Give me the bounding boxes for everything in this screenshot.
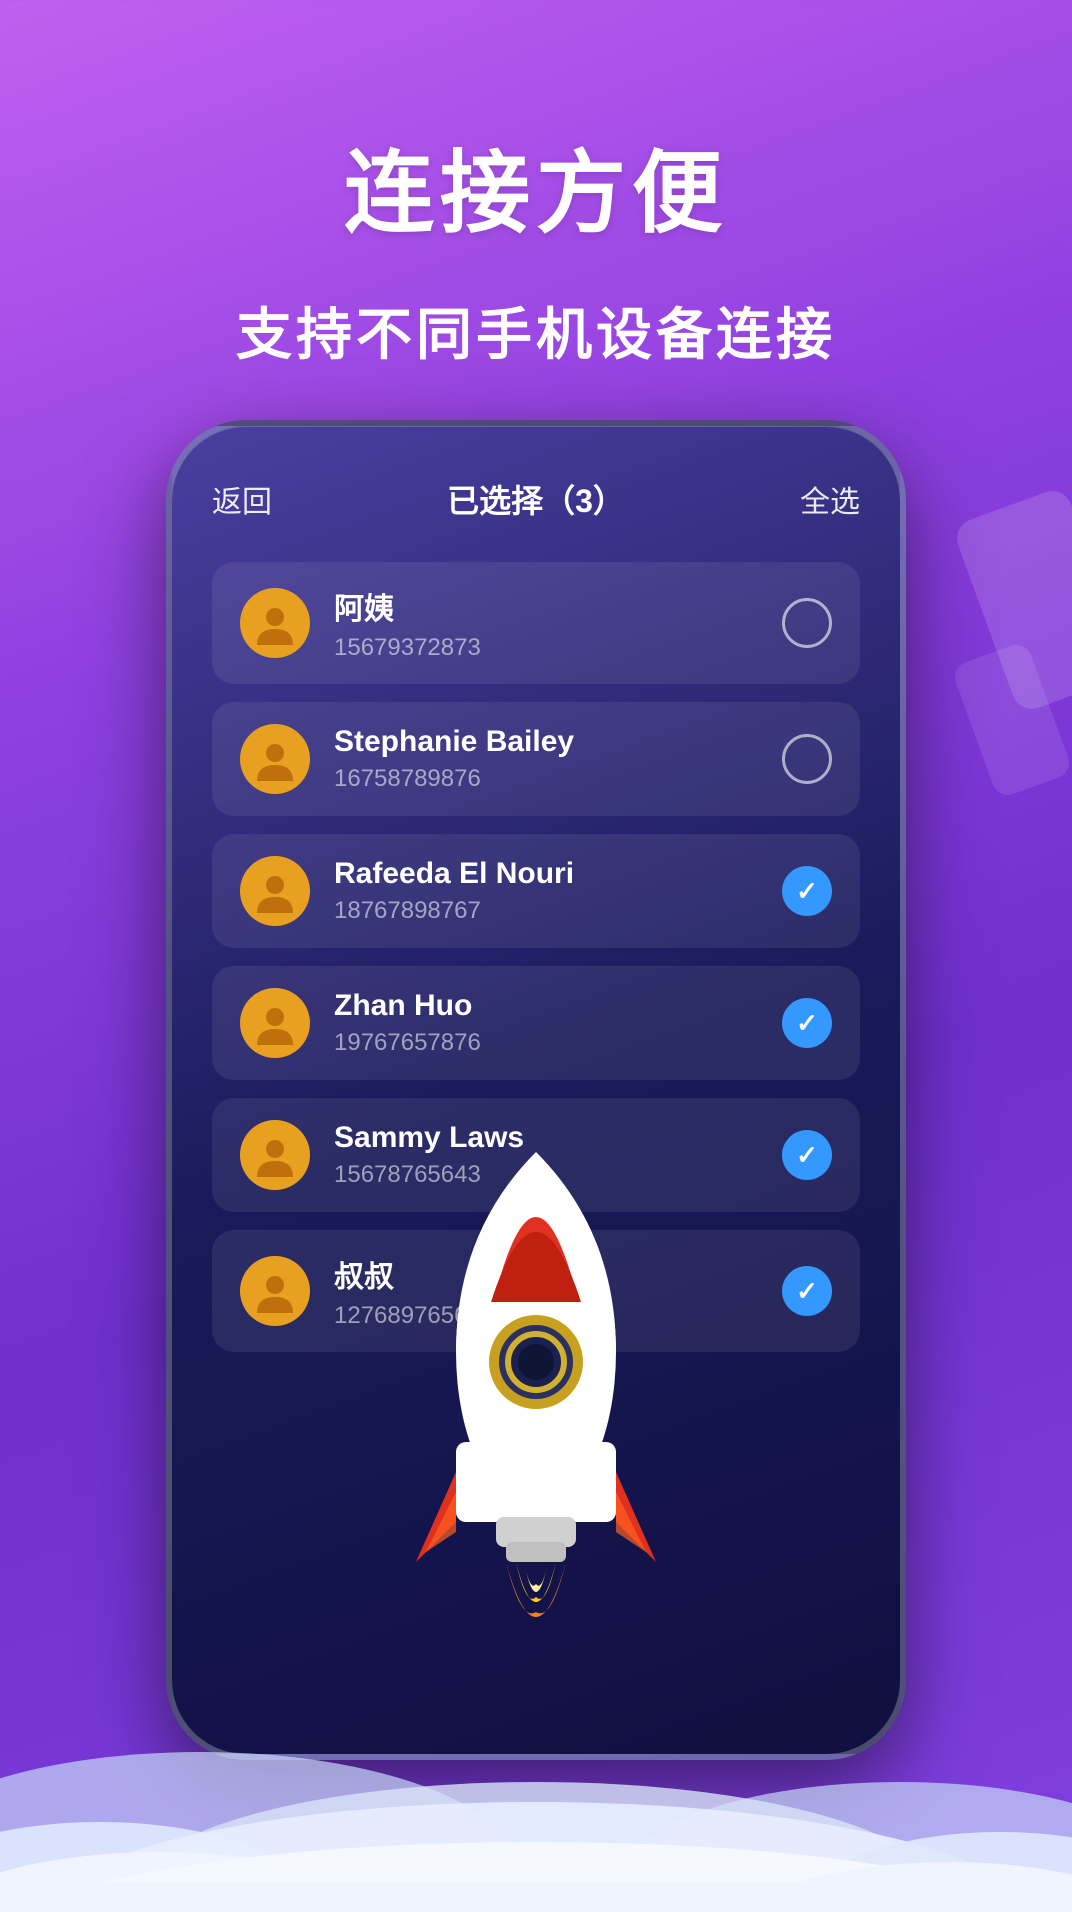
contact-info: 阿姨 15679372873	[334, 584, 758, 662]
contact-info: Rafeeda El Nouri 18767898767	[334, 857, 758, 925]
contact-phone: 18767898767	[334, 897, 758, 925]
selection-title: 已选择（3）	[447, 476, 625, 522]
contact-phone: 15679372873	[334, 634, 758, 662]
contact-name: Rafeeda El Nouri	[334, 857, 758, 891]
rocket	[396, 1132, 676, 1692]
contact-checkbox[interactable]	[782, 1266, 832, 1316]
contact-checkbox[interactable]	[782, 998, 832, 1048]
contact-avatar	[240, 724, 310, 794]
contact-name: Zhan Huo	[334, 989, 758, 1023]
contact-name: 阿姨	[334, 584, 758, 628]
headline-sub: 支持不同手机设备连接	[0, 290, 1072, 371]
contact-item[interactable]: Stephanie Bailey 16758789876	[212, 702, 860, 816]
contact-avatar	[240, 1256, 310, 1326]
contact-checkbox[interactable]	[782, 734, 832, 784]
contact-name: Stephanie Bailey	[334, 725, 758, 759]
contact-item[interactable]: 阿姨 15679372873	[212, 562, 860, 684]
contact-avatar	[240, 988, 310, 1058]
contact-avatar	[240, 856, 310, 926]
contact-info: Stephanie Bailey 16758789876	[334, 725, 758, 793]
phone-header: 返回 已选择（3） 全选	[212, 476, 860, 522]
contact-item[interactable]: Zhan Huo 19767657876	[212, 966, 860, 1080]
contact-phone: 19767657876	[334, 1029, 758, 1057]
contact-item[interactable]: Rafeeda El Nouri 18767898767	[212, 834, 860, 948]
contact-phone: 16758789876	[334, 765, 758, 793]
contact-avatar	[240, 588, 310, 658]
contact-checkbox[interactable]	[782, 598, 832, 648]
contact-checkbox[interactable]	[782, 1130, 832, 1180]
contact-checkbox[interactable]	[782, 866, 832, 916]
select-all-button[interactable]: 全选	[800, 477, 860, 521]
back-button[interactable]: 返回	[212, 477, 272, 521]
contact-info: Zhan Huo 19767657876	[334, 989, 758, 1057]
headline-main: 连接方便	[0, 0, 1072, 250]
contact-avatar	[240, 1120, 310, 1190]
